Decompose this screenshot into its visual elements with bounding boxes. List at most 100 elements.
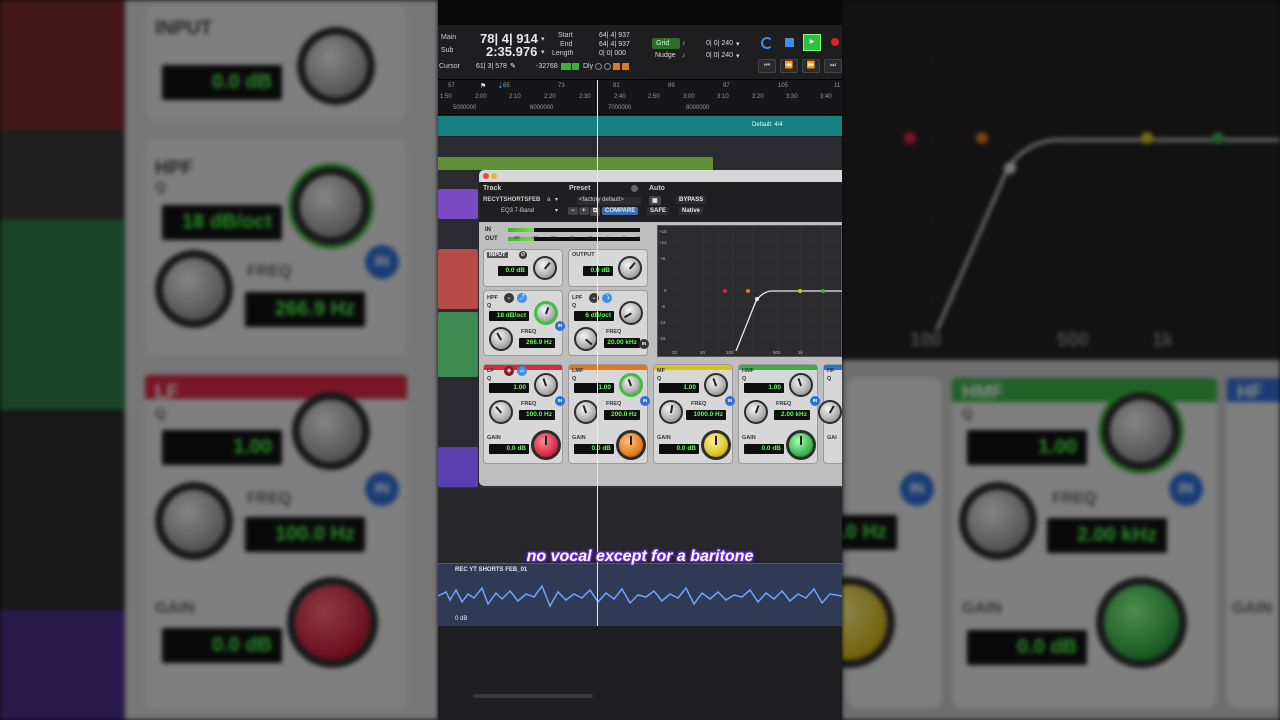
clip-green-2[interactable]	[438, 312, 478, 377]
output-gain-display[interactable]: 0.0 dB	[583, 266, 613, 276]
band-mf-q-knob[interactable]	[704, 373, 728, 397]
nudge-dropdown-icon[interactable]: ▾	[736, 52, 740, 60]
band-lf-freq-display[interactable]: 100.0 Hz	[519, 410, 555, 420]
play-button[interactable]: ▶	[803, 34, 821, 51]
nudge-label[interactable]: Nudge	[655, 52, 676, 59]
band-mf-q-display[interactable]: 1.00	[659, 383, 699, 393]
sub-counter-dropdown-icon[interactable]: ▾	[541, 48, 545, 56]
selection-marker-icon[interactable]: ⇣	[497, 81, 504, 90]
timeline-ruler[interactable]: 57 65 73 81 89 97 105 11 1:50 2:00 2:10 …	[438, 80, 842, 115]
lf-shelf-icon[interactable]: ◈	[504, 366, 514, 376]
band-mf-gain-knob[interactable]	[701, 430, 731, 460]
lpf-freq-knob[interactable]	[574, 327, 598, 351]
sub-counter[interactable]: 2:35.976	[486, 44, 537, 59]
horizontal-scrollbar[interactable]	[473, 694, 593, 698]
band-hmf-q-knob[interactable]	[789, 373, 813, 397]
length-value[interactable]: 0| 0| 000	[599, 50, 626, 57]
fast-forward-icon[interactable]: ⏩	[802, 59, 820, 73]
track-selector[interactable]: RECYTSHORTSFEB	[483, 197, 540, 203]
hpf-freq-display[interactable]: 266.9 Hz	[519, 338, 555, 348]
band-mf-in-button[interactable]: IN	[725, 396, 735, 406]
hpf-freq-knob[interactable]	[489, 327, 513, 351]
end-value[interactable]: 64| 4| 937	[599, 41, 630, 48]
orange-toggle-icon-2[interactable]	[622, 63, 629, 70]
phase-invert-icon[interactable]: Ø	[519, 251, 527, 259]
preset-settings-icon[interactable]	[631, 185, 638, 192]
hpf-enable-icon[interactable]: ⤴	[517, 293, 527, 303]
band-lf-q-knob[interactable]	[534, 373, 558, 397]
safe-button[interactable]: SAFE	[647, 207, 670, 215]
band-hmf-q-display[interactable]: 1.00	[744, 383, 784, 393]
clip-purple[interactable]	[438, 189, 478, 219]
plugin-titlebar[interactable]	[479, 170, 842, 182]
marker-flag-icon[interactable]: ⚑	[480, 82, 486, 90]
band-lmf-in-button[interactable]: IN	[640, 396, 650, 406]
eq-curve-graph[interactable]: +18 +12 +6 0 -6 -12 -18 20 50 100 500 1k	[657, 225, 842, 357]
band-mf-freq-display[interactable]: 1000.0 Hz	[686, 410, 726, 420]
band-lf-freq-knob[interactable]	[489, 400, 513, 424]
band-lf-gain-knob[interactable]	[531, 430, 561, 460]
hpf-slope-display[interactable]: 18 dB/oct	[489, 311, 529, 321]
band-lmf-freq-display[interactable]: 200.0 Hz	[604, 410, 640, 420]
copy-settings-icon[interactable]: ⧉	[590, 207, 601, 216]
band-hmf-freq-knob[interactable]	[744, 400, 768, 424]
input-gain-knob[interactable]	[533, 256, 557, 280]
clock-icon[interactable]	[604, 63, 611, 70]
band-lmf-freq-knob[interactable]	[574, 400, 598, 424]
band-hmf-gain-knob[interactable]	[786, 430, 816, 460]
lpf-slope-display[interactable]: 6 dB/oct	[574, 311, 614, 321]
hpf-in-button[interactable]: IN	[555, 321, 565, 331]
lpf-in-button[interactable]: IN	[639, 339, 649, 349]
grid-value[interactable]: 0| 0| 240	[706, 40, 733, 47]
preset-selector[interactable]: <factory default>	[577, 197, 641, 205]
plugin-dropdown-icon[interactable]: ▾	[555, 207, 558, 214]
clip-purple-2[interactable]	[438, 447, 478, 487]
lpf-slope-knob[interactable]	[619, 301, 643, 325]
start-value[interactable]: 64| 4| 937	[599, 32, 630, 39]
grid-mode-icon[interactable]	[572, 63, 579, 70]
band-lmf-gain-display[interactable]: 0.0 dB	[574, 444, 614, 454]
band-hmf-freq-display[interactable]: 2.00 kHz	[774, 410, 810, 420]
close-icon[interactable]	[483, 173, 489, 179]
go-to-end-icon[interactable]: ⏭	[824, 59, 842, 73]
band-hf-freq-knob[interactable]	[818, 400, 842, 424]
track-dropdown-icon[interactable]: ▾	[555, 196, 558, 203]
loop-icon[interactable]	[761, 37, 773, 49]
band-lf-q-display[interactable]: 1.00	[489, 383, 529, 393]
bottom-audio-track[interactable]: REC YT SHORTS FEB_01 0 dB	[438, 563, 842, 626]
band-lmf-q-display[interactable]: 1.00	[574, 383, 614, 393]
minimize-icon[interactable]	[491, 173, 497, 179]
plugin-selector[interactable]: EQ3 7-Band	[501, 208, 534, 214]
rewind-icon[interactable]: ⏪	[780, 59, 798, 73]
band-mf-gain-display[interactable]: 0.0 dB	[659, 444, 699, 454]
band-lmf-q-knob[interactable]	[619, 373, 643, 397]
band-lf-gain-display[interactable]: 0.0 dB	[489, 444, 529, 454]
lpf-enable-icon[interactable]: ⤵	[602, 293, 612, 303]
band-lmf-gain-knob[interactable]	[616, 430, 646, 460]
orange-toggle-icon[interactable]	[613, 63, 620, 70]
sync-icon[interactable]	[595, 63, 602, 70]
grid-dropdown-icon[interactable]: ▾	[736, 40, 740, 48]
band-lf-in-button[interactable]: IN	[555, 396, 565, 406]
nudge-value[interactable]: 0| 0| 240	[706, 52, 733, 59]
lf-bell-icon[interactable]: ⌓	[517, 366, 527, 376]
band-hmf-in-button[interactable]: IN	[810, 396, 820, 406]
auto-enable-icon[interactable]: ▣	[649, 196, 661, 205]
clip-red[interactable]	[438, 249, 478, 309]
next-preset-button[interactable]: +	[579, 207, 589, 215]
bypass-button[interactable]: BYPASS	[676, 196, 707, 204]
record-button[interactable]	[831, 38, 839, 46]
main-counter-dropdown-icon[interactable]: ▾	[541, 35, 545, 43]
playhead-line[interactable]	[597, 80, 598, 626]
bottom-track-volume[interactable]: 0 dB	[455, 616, 467, 622]
meter-ruler[interactable]: Default: 4/4	[438, 116, 842, 136]
return-to-zero-icon[interactable]: ⏮	[758, 59, 776, 73]
hpf-slope-knob[interactable]	[534, 301, 558, 325]
output-gain-knob[interactable]	[618, 256, 642, 280]
lpf-freq-display[interactable]: 20.00 kHz	[604, 338, 640, 348]
band-mf-freq-knob[interactable]	[659, 400, 683, 424]
clip-green[interactable]	[438, 157, 713, 170]
band-hmf-gain-display[interactable]: 0.0 dB	[744, 444, 784, 454]
input-gain-display[interactable]: 0.0 dB	[498, 266, 528, 276]
prev-preset-button[interactable]: −	[568, 207, 578, 215]
